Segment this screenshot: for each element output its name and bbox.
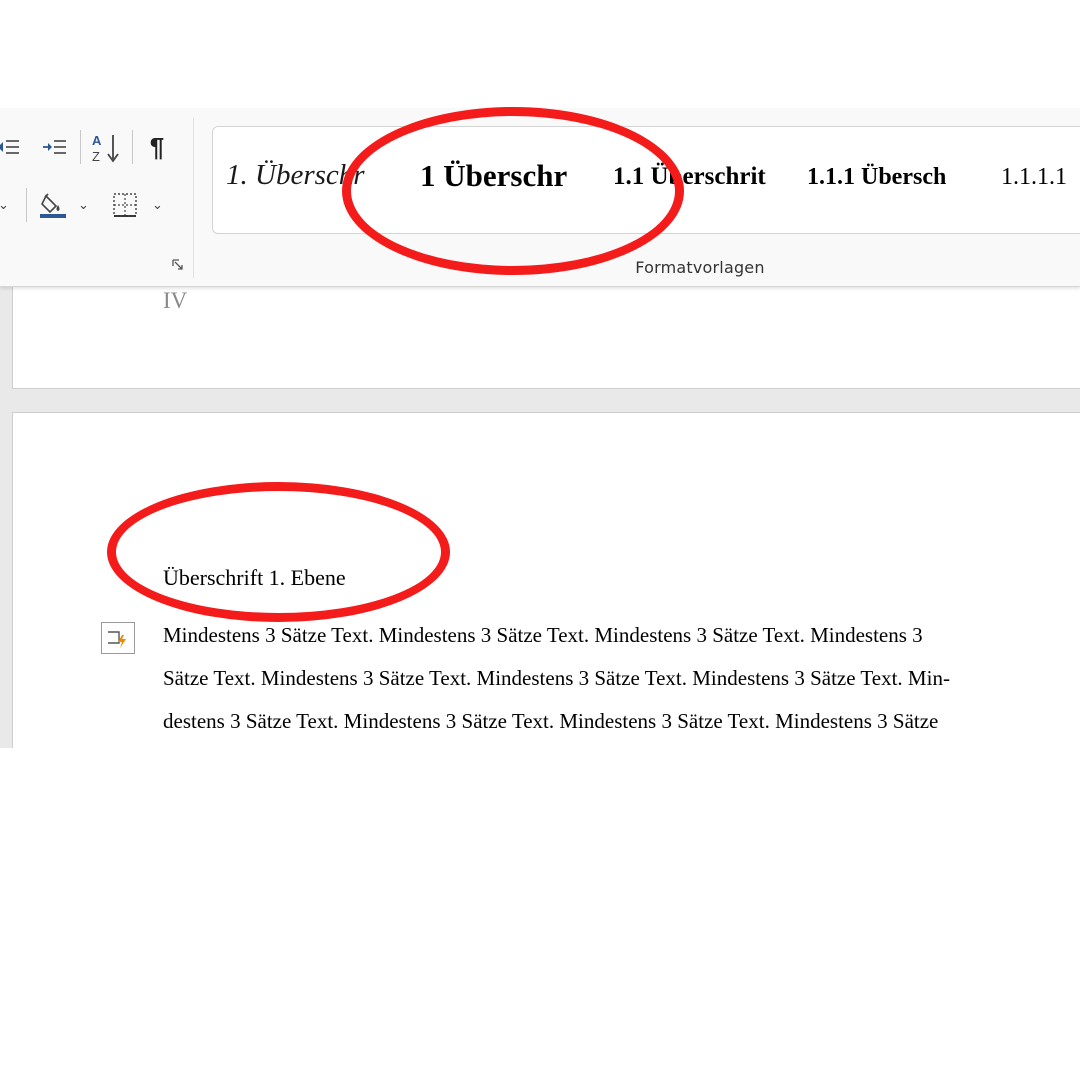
chevron-down-icon[interactable]: ⌄ xyxy=(0,198,9,211)
paragraph-line: destens 3 Sätze Text. Mindestens 3 Sätze… xyxy=(163,709,939,733)
svg-text:A: A xyxy=(92,133,102,148)
pilcrow-symbol: ¶ xyxy=(149,131,165,162)
separator xyxy=(26,188,27,222)
dialog-launcher-icon[interactable] xyxy=(171,258,185,272)
screenshot: A Z ¶ ⌄ ⌄ ⌄ 1. Überschr 1 Überschr 1.1 Ü… xyxy=(0,0,1080,1080)
increase-indent-icon[interactable] xyxy=(38,134,70,160)
chevron-down-icon[interactable]: ⌄ xyxy=(152,198,163,211)
annotation-ellipse xyxy=(107,482,450,622)
paragraph-line: Sätze Text. Mindestens 3 Sätze Text. Min… xyxy=(163,666,950,690)
separator xyxy=(80,130,81,164)
layout-options-icon[interactable] xyxy=(101,622,135,654)
sort-az-icon[interactable]: A Z xyxy=(88,130,124,166)
chevron-down-icon[interactable]: ⌄ xyxy=(78,198,89,211)
style-item-label: 1.1.1.1 xyxy=(1001,164,1067,190)
body-paragraph[interactable]: Mindestens 3 Sätze Text. Mindestens 3 Sä… xyxy=(163,617,1080,746)
pilcrow-icon[interactable]: ¶ xyxy=(142,130,172,164)
decrease-indent-icon[interactable] xyxy=(0,134,24,160)
group-label: Formatvorlagen xyxy=(635,258,765,277)
svg-text:Z: Z xyxy=(92,149,100,164)
paragraph-line: Mindestens 3 Sätze Text. Mindestens 3 Sä… xyxy=(163,623,923,647)
page-number: IV xyxy=(163,288,188,313)
group-divider xyxy=(193,118,194,278)
borders-icon[interactable] xyxy=(108,188,142,222)
shading-bucket-icon[interactable] xyxy=(36,188,70,222)
separator xyxy=(132,130,133,164)
previous-page[interactable]: IV xyxy=(12,286,1080,389)
annotation-ellipse xyxy=(342,107,684,275)
